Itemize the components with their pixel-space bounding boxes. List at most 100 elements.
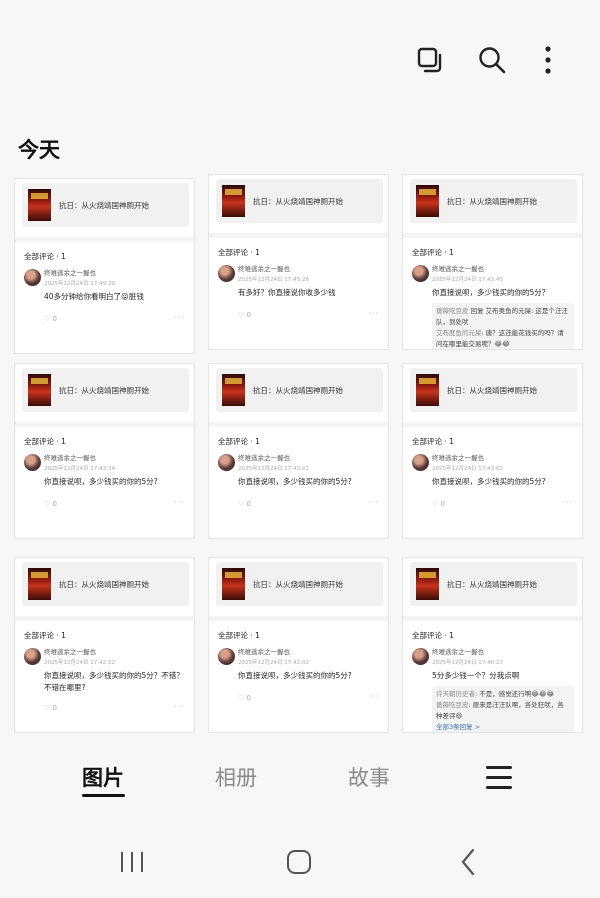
photo-thumbnail[interactable]: 抗日：从火烧靖国神厕开始 全部评论 · 1 终难逃余之一握也 2025年12月24日…: [402, 174, 583, 350]
comment-text: 你直接说呗，多少钱买的你的5分?: [44, 477, 158, 486]
post-preview: 抗日：从火烧靖国神厕开始: [410, 179, 577, 223]
post-preview: 抗日：从火烧靖国神厕开始: [22, 562, 189, 606]
divider: [403, 422, 582, 427]
reply-author: 蔷薇吃豆皮: [436, 307, 469, 315]
like-count: 0: [52, 500, 57, 508]
post-title: 抗日：从火烧靖国神厕开始: [447, 579, 537, 589]
comment-username: 终难逃余之一握也: [432, 454, 484, 462]
photo-thumbnail[interactable]: 抗日：从火烧靖国神厕开始 全部评论 · 1 终难逃余之一握也 2025年12月24日…: [208, 174, 389, 350]
comment-timestamp: 2025年12月24日 17:43:34: [44, 466, 115, 472]
post-title: 抗日：从火烧靖国神厕开始: [253, 196, 343, 206]
post-preview: 抗日：从火烧靖国神厕开始: [216, 368, 383, 412]
comment-more-icon[interactable]: ···: [174, 702, 185, 711]
photo-thumbnail[interactable]: 抗日：从火烧靖国神厕开始 全部评论 · 1 终难逃余之一握也 2025年12月24日…: [14, 557, 195, 733]
system-navigation-bar: [0, 826, 600, 898]
comment-username: 终难逃余之一握也: [238, 648, 290, 656]
comment-count: 全部评论 · 1: [218, 248, 260, 257]
reply-line: 蔷薇吃豆皮: 原来是汪汪队啊，各处狂吠，各种差评😆: [436, 700, 570, 722]
comment-more-icon[interactable]: ···: [368, 498, 379, 507]
post-title: 抗日：从火烧靖国神厕开始: [59, 385, 149, 395]
comment-count: 全部评论 · 1: [24, 437, 66, 446]
comment-username: 终难逃余之一握也: [44, 269, 96, 277]
reply-author: 艾布度鱼的元屎: [436, 329, 482, 337]
photo-thumbnail[interactable]: 抗日：从火烧靖国神厕开始 全部评论 · 1 终难逃余之一握也 2025年12月24日…: [208, 363, 389, 539]
divider: [209, 233, 388, 238]
comment-count: 全部评论 · 1: [218, 631, 260, 640]
tab-albums[interactable]: 相册: [215, 762, 257, 792]
post-title: 抗日：从火烧靖国神厕开始: [253, 385, 343, 395]
like-icon[interactable]: ♡ 0: [432, 500, 445, 508]
post-cover-image: [222, 374, 245, 406]
reply-preview[interactable]: 蔷薇吃豆皮 回复 艾布奥鱼的元屎: 这是个汪汪队，到处吠 艾布度鱼的元屎: 唐？这…: [432, 303, 574, 349]
comment-username: 终难逃余之一握也: [44, 648, 96, 656]
comment-text: 有多好？你直接说你收多少钱: [238, 288, 336, 297]
like-icon[interactable]: ♡ 0: [238, 500, 251, 508]
hamburger-menu-icon[interactable]: [486, 764, 514, 792]
comment-more-icon[interactable]: ···: [174, 498, 185, 507]
reply-line: 艾布度鱼的元屎: 唐？这还能花钱买的吗？请问在哪里能交易呢？😂😂: [436, 328, 570, 349]
post-title: 抗日：从火烧靖国神厕开始: [59, 579, 149, 589]
more-replies-link[interactable]: 全部3条回复 >: [436, 722, 570, 732]
post-cover-image: [416, 568, 439, 600]
photo-thumbnail[interactable]: 抗日：从火烧靖国神厕开始 全部评论 · 1 终难逃余之一握也 2025年12月24日…: [14, 178, 195, 354]
like-icon[interactable]: ♡ 0: [238, 694, 251, 702]
divider: [15, 237, 194, 242]
reply-text: : 不是，感觉还行啊😂😂😂: [475, 690, 555, 698]
comment-count: 全部评论 · 1: [412, 631, 454, 640]
recent-apps-icon[interactable]: [112, 846, 152, 878]
post-cover-image: [222, 185, 245, 217]
comment-timestamp: 2025年12月24日 17:43:02: [238, 466, 309, 472]
comment-username: 终难逃余之一握也: [44, 454, 96, 462]
comment-timestamp: 2025年12月24日 17:42:22: [44, 660, 115, 666]
comment-more-icon[interactable]: ···: [174, 313, 185, 322]
post-preview: 抗日：从火烧靖国神厕开始: [216, 179, 383, 223]
like-icon[interactable]: ♡ 0: [44, 500, 57, 508]
home-icon[interactable]: [279, 846, 319, 878]
tab-stories[interactable]: 故事: [348, 762, 390, 792]
post-preview: 抗日：从火烧靖国神厕开始: [22, 183, 189, 227]
top-app-bar: [0, 0, 600, 120]
comment-username: 终难逃余之一握也: [238, 454, 290, 462]
like-icon[interactable]: ♡ 0: [44, 315, 57, 323]
comment-more-icon[interactable]: ···: [368, 309, 379, 318]
photo-thumbnail[interactable]: 抗日：从火烧靖国神厕开始 全部评论 · 1 终难逃余之一握也 2025年12月24日…: [402, 557, 583, 733]
avatar: [218, 454, 235, 471]
avatar: [412, 265, 429, 282]
post-preview: 抗日：从火烧靖国神厕开始: [216, 562, 383, 606]
post-title: 抗日：从火烧靖国神厕开始: [253, 579, 343, 589]
select-icon[interactable]: [412, 42, 448, 78]
post-cover-image: [28, 374, 51, 406]
like-icon[interactable]: ♡ 0: [44, 704, 57, 712]
divider: [403, 233, 582, 238]
active-tab-indicator: [82, 794, 125, 797]
comment-count: 全部评论 · 1: [24, 631, 66, 640]
more-options-icon[interactable]: [530, 42, 566, 78]
comment-text: 你直接说呗，多少钱买的你的5分?: [238, 477, 352, 486]
post-preview: 抗日：从火烧靖国神厕开始: [410, 368, 577, 412]
like-count: 0: [246, 694, 251, 702]
tab-pictures[interactable]: 图片: [82, 762, 124, 792]
comment-username: 终难逃余之一握也: [238, 265, 290, 273]
divider: [209, 422, 388, 427]
search-icon[interactable]: [474, 42, 510, 78]
comment-timestamp: 2025年12月24日 17:43:43: [432, 277, 503, 283]
photo-thumbnail[interactable]: 抗日：从火烧靖国神厕开始 全部评论 · 1 终难逃余之一握也 2025年12月24日…: [208, 557, 389, 733]
comment-timestamp: 2025年12月24日 17:42:02: [238, 660, 309, 666]
back-icon[interactable]: [448, 846, 488, 878]
comment-more-icon[interactable]: ···: [562, 498, 573, 507]
comment-text: 你直接说呗，多少钱买的你的5分？不错？不错在哪里?: [44, 671, 184, 692]
divider: [209, 616, 388, 621]
like-count: 0: [52, 704, 57, 712]
post-title: 抗日：从火烧靖国神厕开始: [447, 385, 537, 395]
like-icon[interactable]: ♡ 0: [238, 311, 251, 319]
post-cover-image: [28, 189, 51, 221]
photo-grid: 抗日：从火烧靖国神厕开始 全部评论 · 1 终难逃余之一握也 2025年12月24日…: [14, 174, 586, 734]
post-preview: 抗日：从火烧靖国神厕开始: [410, 562, 577, 606]
reply-preview[interactable]: 许天朝历史者: 不是，感觉还行啊😂😂😂 蔷薇吃豆皮: 原来是汪汪队啊，各处狂吠，各…: [432, 686, 574, 732]
photo-thumbnail[interactable]: 抗日：从火烧靖国神厕开始 全部评论 · 1 终难逃余之一握也 2025年12月24日…: [14, 363, 195, 539]
post-preview: 抗日：从火烧靖国神厕开始: [22, 368, 189, 412]
comment-more-icon[interactable]: ···: [368, 692, 379, 701]
comment-text: 你直接说呗，多少钱买的你的5分?: [238, 671, 352, 680]
like-count: 0: [52, 315, 57, 323]
photo-thumbnail[interactable]: 抗日：从火烧靖国神厕开始 全部评论 · 1 终难逃余之一握也 2025年12月24日…: [402, 363, 583, 539]
